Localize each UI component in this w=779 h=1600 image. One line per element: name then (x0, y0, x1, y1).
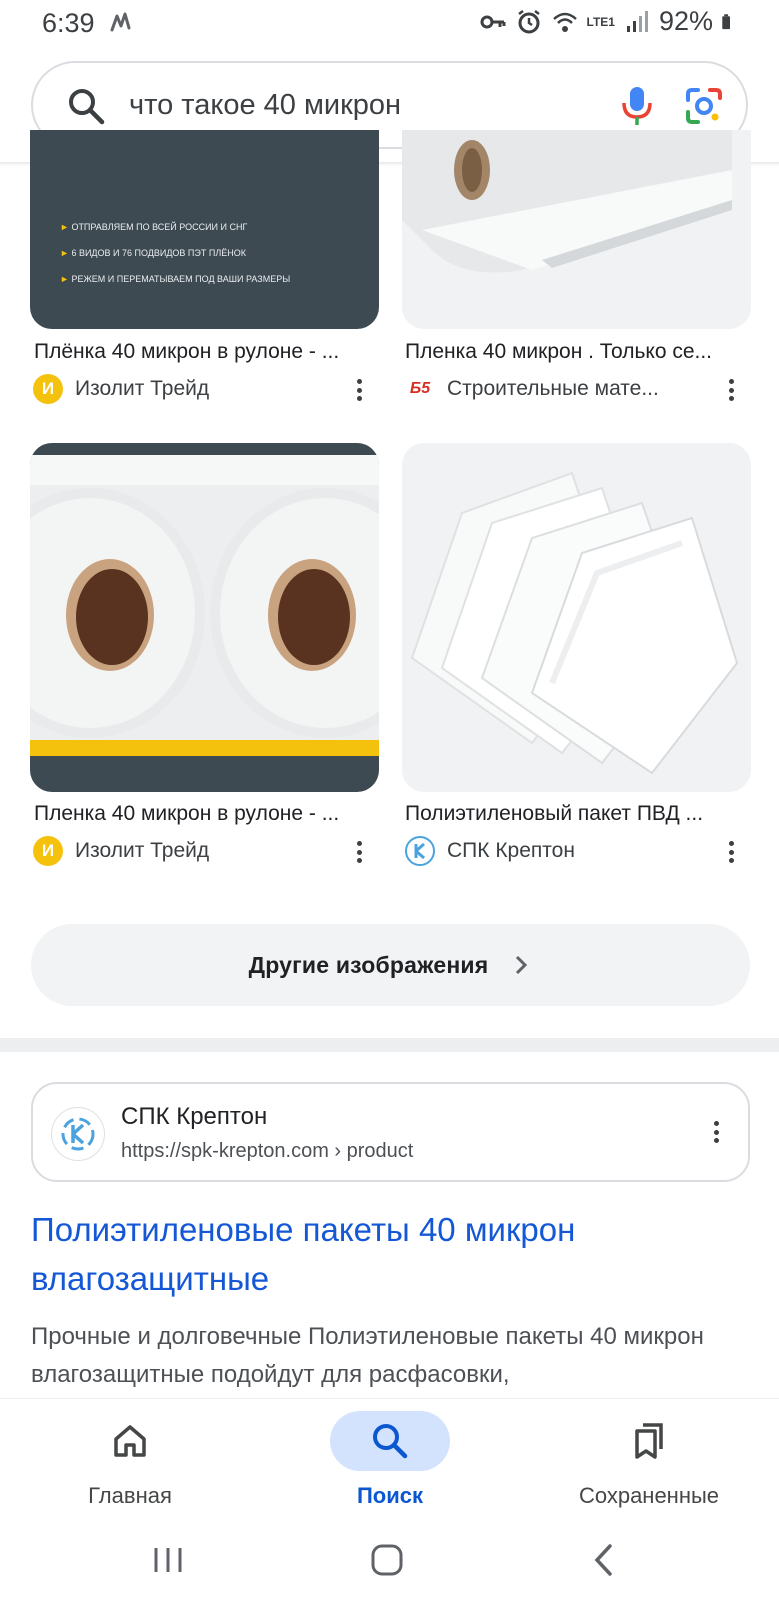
microphone-icon[interactable] (617, 85, 657, 127)
site-favicon (51, 1107, 105, 1161)
bottom-navigation: Главная Поиск Сохраненные (0, 1398, 779, 1516)
image-thumbnail[interactable]: ► ОТПРАВЛЯЕМ ПО ВСЕЙ РОССИИ И СНГ ► 6 ВИ… (30, 130, 379, 329)
image-source[interactable]: И Изолит Трейд (33, 373, 209, 405)
image-source[interactable]: И Изолит Трейд (33, 835, 209, 867)
krepton-logo-icon (61, 1117, 95, 1151)
izolit-logo: И (33, 836, 63, 866)
image-title[interactable]: Пленка 40 микрон в рулоне - ... (34, 802, 374, 826)
b5-logo: Б5 (409, 380, 431, 397)
app-notification-icon (110, 12, 131, 32)
image-title[interactable]: Плёнка 40 микрон в рулоне - ... (34, 340, 374, 364)
image-title[interactable]: Полиэтиленовый пакет ПВД ... (405, 802, 745, 826)
thumbnail-overlay-text: ► ОТПРАВЛЯЕМ ПО ВСЕЙ РОССИИ И СНГ ► 6 ВИ… (60, 222, 291, 284)
nav-saved[interactable]: Сохраненные (519, 1399, 779, 1517)
section-divider (0, 1038, 779, 1052)
status-bar: 6:39 LTE1 92% (0, 0, 779, 46)
result-snippet: Прочные и долговечные Полиэтиленовые пак… (31, 1323, 704, 1388)
result-title-link[interactable]: Полиэтиленовые пакеты 40 микрон влагозащ… (31, 1205, 750, 1303)
nav-search[interactable]: Поиск (260, 1399, 520, 1517)
film-rolls-image (30, 455, 379, 756)
wifi-icon (552, 12, 577, 32)
film-roll-image (402, 130, 732, 273)
image-title[interactable]: Пленка 40 микрон . Только се... (405, 340, 745, 364)
plastic-bags-image (410, 471, 739, 775)
key-icon (480, 15, 505, 28)
image-source[interactable]: Б5 Строительные мате... (405, 373, 659, 405)
home-icon (114, 1425, 146, 1457)
more-options-icon[interactable] (353, 837, 365, 867)
image-thumbnail[interactable] (30, 443, 379, 792)
signal-icon (626, 10, 648, 32)
chevron-right-icon (516, 955, 528, 975)
result-url: https://spk-krepton.com › product (121, 1140, 414, 1162)
search-icon (373, 1424, 408, 1459)
network-type: LTE1 (586, 14, 615, 29)
more-options-icon[interactable] (725, 837, 737, 867)
more-images-button[interactable]: Другие изображения (31, 924, 750, 1006)
krepton-logo-mark (414, 842, 425, 860)
status-indicators: LTE1 92% (479, 6, 740, 37)
alarm-icon (517, 9, 540, 33)
result-source-card[interactable]: СПК Крептон https://spk-krepton.com › pr… (31, 1082, 750, 1182)
recent-apps-icon[interactable] (148, 1540, 188, 1580)
image-thumbnail[interactable] (402, 443, 751, 792)
more-options-icon[interactable] (725, 375, 737, 405)
more-options-icon[interactable] (353, 375, 365, 405)
izolit-logo: И (33, 374, 63, 404)
back-icon[interactable] (585, 1540, 625, 1580)
google-lens-icon[interactable] (684, 86, 724, 126)
collections-icon (635, 1423, 663, 1459)
home-button-icon[interactable] (367, 1540, 407, 1580)
image-source[interactable]: СПК Крептон (405, 835, 575, 867)
more-options-icon[interactable] (710, 1117, 722, 1147)
status-time: 6:39 (42, 8, 95, 38)
system-navigation-bar (0, 1516, 779, 1600)
nav-home[interactable]: Главная (0, 1399, 260, 1517)
search-icon[interactable] (67, 87, 105, 125)
krepton-logo (405, 836, 435, 866)
search-input[interactable]: что такое 40 микрон (129, 89, 401, 122)
image-thumbnail[interactable] (402, 130, 751, 329)
battery-icon (722, 13, 730, 29)
result-site-name: СПК Крептон (121, 1103, 268, 1130)
battery-percent: 92% (658, 6, 713, 36)
